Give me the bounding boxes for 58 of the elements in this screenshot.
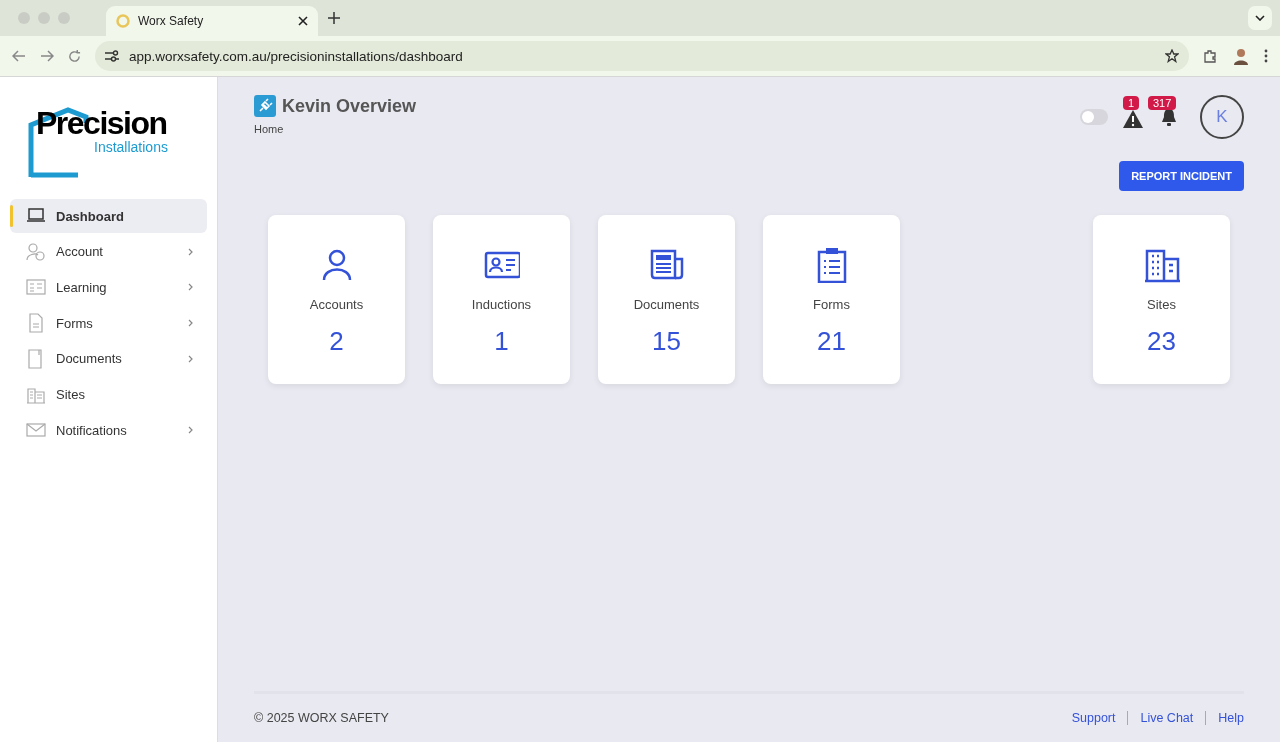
sidebar-item[interactable]: Documents [10,341,207,376]
sidebar-item[interactable]: Learning [10,270,207,305]
chevron-down-icon [1255,15,1265,21]
bell-icon[interactable] [1160,108,1178,128]
stat-card[interactable]: Accounts 2 [268,215,405,384]
sidebar-item[interactable]: Account [10,234,207,269]
sidebar-item[interactable]: Sites [10,377,207,412]
sidebar-item[interactable]: Notifications [10,413,207,448]
url-text: app.worxsafety.com.au/precisioninstallations/dashboard [129,48,464,64]
logo-tagline: Installations [94,139,168,155]
card-label: Forms [813,297,850,312]
card-count: 2 [329,326,344,357]
report-incident-button[interactable]: REPORT INCIDENT [1119,161,1244,191]
card-label: Documents [633,297,700,312]
card-label: Sites [1147,297,1176,312]
sidebar-item[interactable]: Dashboard [10,199,207,233]
stat-card[interactable]: Inductions 1 [433,215,570,384]
toggle-switch[interactable] [1080,109,1108,125]
card-count: 21 [817,326,846,357]
card-count: 1 [494,326,509,357]
list-board-icon [26,277,46,298]
count-badge: 317 [1148,96,1177,110]
site-settings-icon[interactable] [105,50,119,62]
tab-title: Worx Safety [138,14,205,28]
card-label: Inductions [471,297,532,312]
plus-icon[interactable] [328,12,340,24]
page-title: Kevin Overview [282,95,417,117]
more-icon[interactable] [1264,49,1268,63]
breadcrumb-link[interactable]: Home [254,123,284,135]
count-badge: 1 [1123,96,1140,110]
footer-link[interactable]: Live Chat [1140,711,1194,725]
buildings-icon [1143,247,1180,283]
card-label: Accounts [309,297,364,312]
stat-card[interactable]: Forms 21 [763,215,900,384]
tab-list-button[interactable] [1248,6,1272,30]
reload-icon[interactable] [68,49,81,63]
profile-avatar-icon[interactable] [1232,47,1250,65]
user-check-icon [26,241,46,262]
card-count: 15 [652,326,681,357]
close-icon[interactable] [298,16,308,26]
footer-link[interactable]: Support [1071,711,1116,725]
puzzle-icon[interactable] [1203,48,1218,64]
loading-icon [116,14,130,28]
footer-link[interactable]: Help [1218,711,1244,725]
address-bar[interactable]: app.worxsafety.com.au/precisioninstallations/dashboard [95,41,1189,71]
forward-icon[interactable] [40,50,54,62]
star-icon[interactable] [1165,49,1179,63]
stat-card[interactable]: Documents 15 [598,215,735,384]
sidebar-item[interactable]: Forms [10,306,207,341]
document-icon [26,313,46,334]
plug-icon [254,95,276,117]
browser-tab[interactable]: Worx Safety [106,6,318,36]
stat-card[interactable]: Sites 23 [1093,215,1230,384]
logo-name: Precision [36,107,167,139]
back-icon[interactable] [12,50,26,62]
copyright-text: © 2025 WORX SAFETY [254,711,389,725]
card-count: 23 [1147,326,1176,357]
warning-icon[interactable] [1123,110,1143,128]
